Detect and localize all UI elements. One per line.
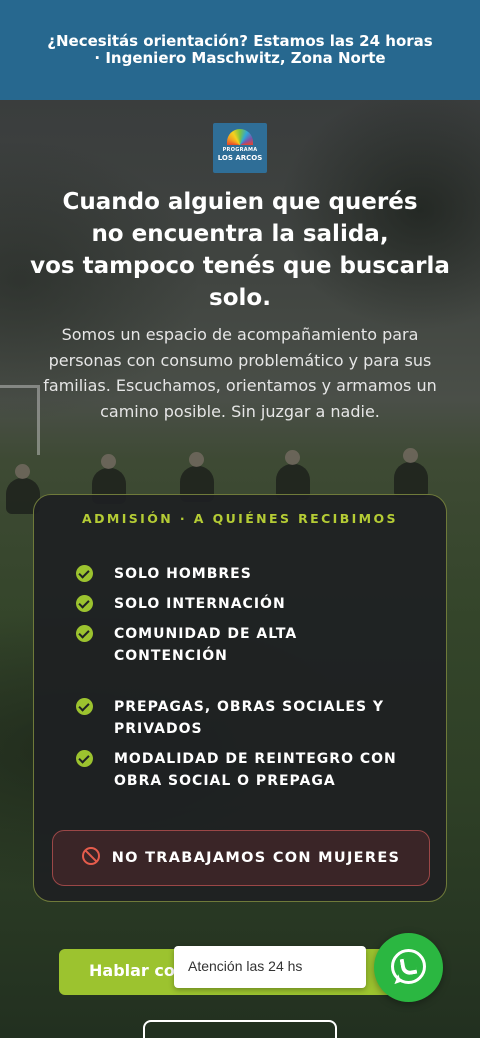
no-women-warning: NO TRABAJAMOS CON MUJERES bbox=[52, 830, 430, 886]
admission-item: SOLO INTERNACIÓN bbox=[76, 593, 416, 615]
check-circle-icon bbox=[76, 698, 93, 715]
ban-icon bbox=[81, 847, 100, 865]
los-arcos-logo[interactable]: PROGRAMA LOS ARCOS bbox=[213, 123, 267, 173]
background-person bbox=[394, 448, 428, 498]
headline-line: no encuentra la salida, bbox=[91, 221, 389, 247]
admission-item: SOLO HOMBRES bbox=[76, 563, 416, 585]
admission-item: COMUNIDAD DE ALTA CONTENCIÓN bbox=[76, 623, 416, 667]
headline-line: solo. bbox=[209, 285, 271, 311]
headline-line: Cuando alguien que querés bbox=[62, 189, 418, 215]
top-announcement-bar: ¿Necesitás orientación? Estamos las 24 h… bbox=[0, 0, 480, 100]
admission-item-label: MODALIDAD DE REINTEGRO CON OBRA SOCIAL O… bbox=[114, 751, 397, 789]
check-circle-icon bbox=[76, 595, 93, 612]
hero-section: PROGRAMA LOS ARCOS Cuando alguien que qu… bbox=[0, 100, 480, 1038]
whatsapp-icon-tail bbox=[386, 974, 402, 986]
admission-item-label: COMUNIDAD DE ALTA CONTENCIÓN bbox=[114, 626, 298, 664]
admission-item-label: SOLO INTERNACIÓN bbox=[114, 596, 286, 612]
admission-item-label: SOLO HOMBRES bbox=[114, 566, 252, 582]
admission-item: MODALIDAD DE REINTEGRO CON OBRA SOCIAL O… bbox=[76, 748, 416, 792]
secondary-outline-button[interactable] bbox=[143, 1020, 337, 1038]
admission-item-label: PREPAGAS, OBRAS SOCIALES Y PRIVADOS bbox=[114, 699, 385, 737]
admission-item: PREPAGAS, OBRAS SOCIALES Y PRIVADOS bbox=[76, 696, 416, 740]
announcement-line-2: · Ingeniero Maschwitz, Zona Norte bbox=[94, 49, 386, 67]
check-circle-icon bbox=[76, 565, 93, 582]
headline-line: vos tampoco tenés que buscarla bbox=[30, 253, 450, 279]
logo-big-text: LOS ARCOS bbox=[217, 154, 263, 162]
check-circle-icon bbox=[76, 625, 93, 642]
announcement-line-1: ¿Necesitás orientación? Estamos las 24 h… bbox=[47, 32, 433, 50]
cta-label: Hablar con bbox=[89, 961, 187, 980]
whatsapp-tooltip: Atención las 24 hs bbox=[174, 946, 366, 988]
whatsapp-button[interactable] bbox=[374, 933, 443, 1002]
hero-description: Somos un espacio de acompañamiento para … bbox=[43, 325, 437, 421]
check-circle-icon bbox=[76, 750, 93, 767]
admission-title: ADMISIÓN · A QUIÉNES RECIBIMOS bbox=[82, 511, 398, 526]
admission-card: ADMISIÓN · A QUIÉNES RECIBIMOS SOLO HOMB… bbox=[33, 494, 447, 902]
warning-label: NO TRABAJAMOS CON MUJERES bbox=[111, 850, 401, 866]
logo-rays-icon bbox=[227, 129, 253, 145]
logo-small-text: PROGRAMA bbox=[222, 147, 258, 153]
hero-headline: Cuando alguien que querés no encuentra l… bbox=[20, 186, 460, 314]
